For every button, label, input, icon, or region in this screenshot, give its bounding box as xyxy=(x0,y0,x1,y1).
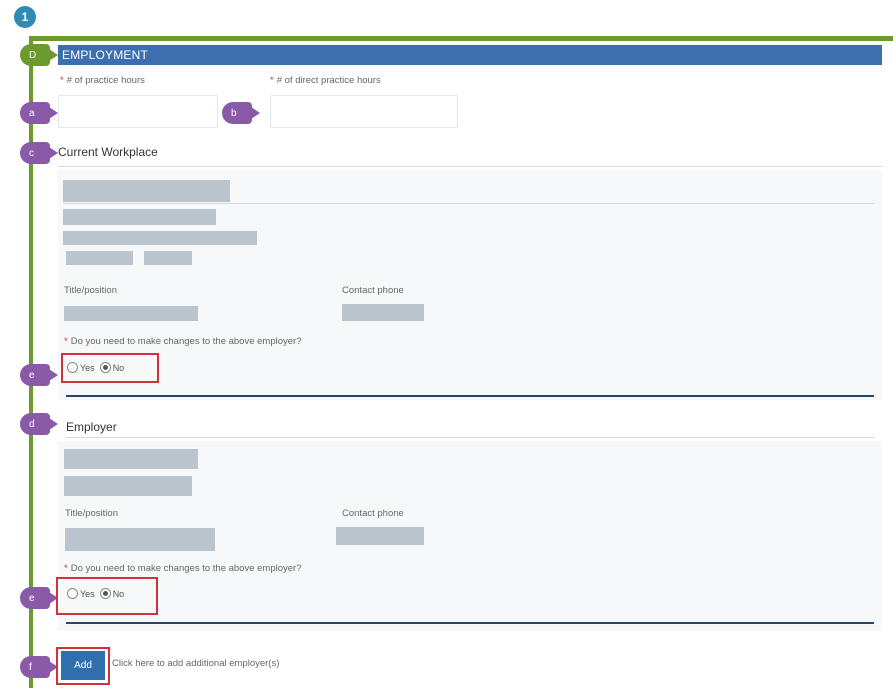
direct-hours-input[interactable] xyxy=(270,95,458,128)
current-contact-phone-redacted xyxy=(342,304,424,321)
callout-practice-hours: a xyxy=(20,102,58,124)
section-header: EMPLOYMENT xyxy=(58,45,882,65)
callout-employer: d xyxy=(20,413,58,435)
employer-contact-phone-label: Contact phone xyxy=(342,508,404,519)
current-change-question: * Do you need to make changes to the abov… xyxy=(64,336,302,347)
employer-address-redacted xyxy=(64,476,192,496)
workplace-postal-redacted xyxy=(144,251,192,265)
employer-change-radio-group: Yes No xyxy=(67,588,129,599)
practice-hours-input[interactable] xyxy=(58,95,218,128)
current-title-position-label: Title/position xyxy=(64,285,117,296)
callout-direct-hours: b xyxy=(222,102,260,124)
employer-divider xyxy=(66,437,874,438)
callout-add: f xyxy=(20,656,58,678)
current-change-yes-radio[interactable] xyxy=(67,362,78,373)
employer-change-yes-label[interactable]: Yes xyxy=(80,589,95,599)
employer-change-no-radio[interactable] xyxy=(99,588,111,599)
employer-contact-phone-redacted xyxy=(336,527,424,545)
workplace-name-divider xyxy=(63,203,875,204)
step-number-badge: 1 xyxy=(14,6,36,28)
current-change-radio-group: Yes No xyxy=(67,362,129,373)
current-change-no-radio[interactable] xyxy=(99,362,111,373)
workplace-city-redacted xyxy=(66,251,133,265)
employer-name-redacted xyxy=(64,449,198,469)
direct-hours-label: * # of direct practice hours xyxy=(270,75,381,86)
employer-title-position-label: Title/position xyxy=(65,508,118,519)
callout-employer-change: e xyxy=(20,587,58,609)
current-change-no-label[interactable]: No xyxy=(113,363,125,373)
employer-change-question: * Do you need to make changes to the abov… xyxy=(64,563,302,574)
guide-line-horizontal xyxy=(29,36,893,41)
callout-current-change: e xyxy=(20,364,58,386)
add-employer-button[interactable]: Add xyxy=(61,651,105,680)
practice-hours-label: * # of practice hours xyxy=(60,75,145,86)
employer-title: Employer xyxy=(66,420,117,434)
workplace-address-line2-redacted xyxy=(63,231,257,245)
workplace-name-redacted xyxy=(63,180,230,202)
current-workplace-title: Current Workplace xyxy=(58,145,158,159)
current-contact-phone-label: Contact phone xyxy=(342,285,404,296)
current-workplace-divider xyxy=(58,166,882,167)
callout-current-workplace: c xyxy=(20,142,58,164)
current-workplace-panel xyxy=(58,170,882,400)
employer-end-line xyxy=(66,622,874,624)
current-change-yes-label[interactable]: Yes xyxy=(80,363,95,373)
add-employer-hint: Click here to add additional employer(s) xyxy=(112,658,280,669)
current-title-position-redacted xyxy=(64,306,198,321)
callout-section: D xyxy=(20,44,58,66)
workplace-address-line1-redacted xyxy=(63,209,216,225)
employer-change-yes-radio[interactable] xyxy=(67,588,78,599)
current-workplace-end-line xyxy=(66,395,874,397)
employer-title-position-redacted xyxy=(65,528,215,551)
employer-change-no-label[interactable]: No xyxy=(113,589,125,599)
